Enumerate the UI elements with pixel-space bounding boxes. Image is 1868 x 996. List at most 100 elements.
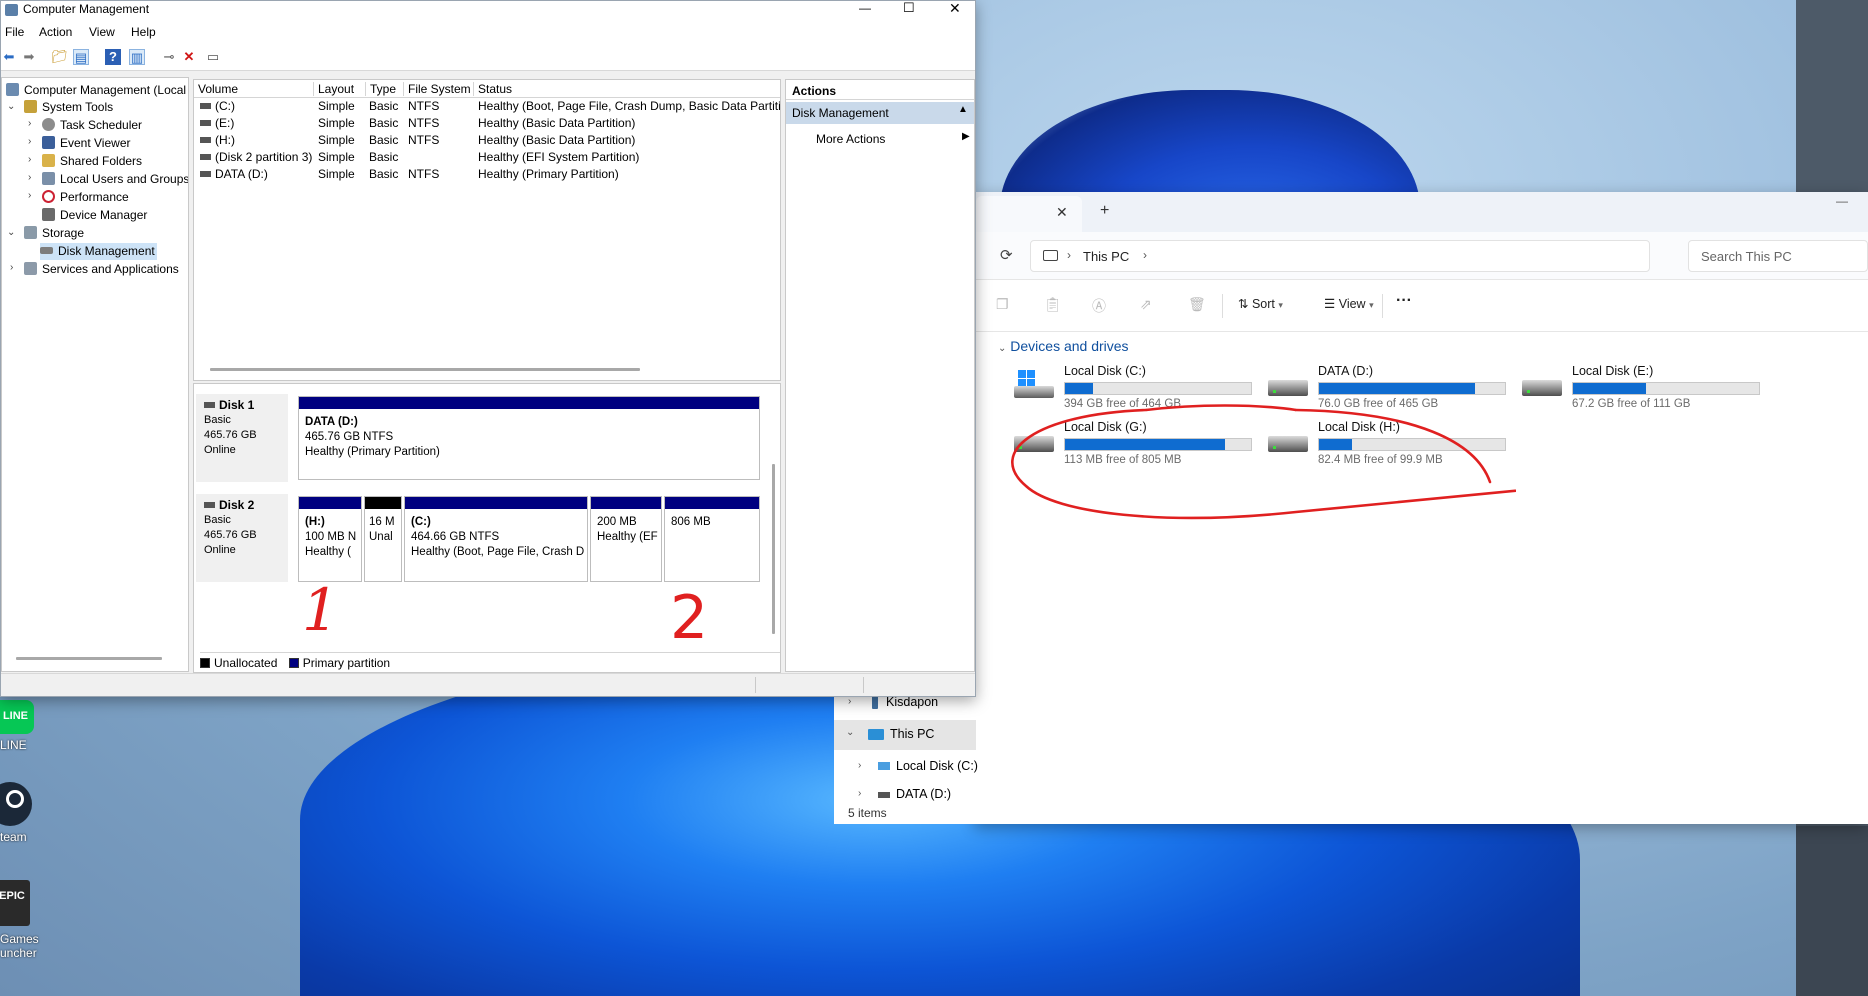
tree-storage[interactable]: Storage	[24, 225, 84, 242]
devices-section-header[interactable]: ⌄ Devices and drives	[998, 338, 1129, 354]
chevron-right-icon[interactable]: ›	[28, 190, 31, 201]
menu-action[interactable]: Action	[39, 25, 72, 39]
action-pane-icon[interactable]: ▥	[129, 49, 145, 65]
tree-task-scheduler[interactable]: Task Scheduler	[42, 117, 142, 134]
maximize-button[interactable]: ☐	[903, 0, 915, 16]
partition-h[interactable]: (H:) 100 MB N Healthy (	[298, 496, 362, 582]
desktop-icon-line[interactable]: LINE LINE	[0, 700, 66, 760]
partition-806mb[interactable]: 806 MB	[664, 496, 760, 582]
tree-services-applications[interactable]: Services and Applications	[24, 261, 179, 278]
new-tab-button[interactable]: +	[1100, 202, 1109, 220]
explorer-tab-bar: ✕ + —	[976, 192, 1868, 232]
column-file-system[interactable]: File System	[404, 82, 474, 96]
minimize-button[interactable]: —	[1836, 194, 1848, 208]
chevron-right-icon[interactable]: ›	[28, 154, 31, 165]
sort-button[interactable]: ⇅ Sort ▾	[1238, 296, 1283, 311]
share-icon[interactable]: ⇗	[1140, 296, 1152, 313]
disk-graphical-view: Disk 1 Basic 465.76 GB Online DATA (D:) …	[193, 383, 781, 673]
address-field[interactable]: › This PC ›	[1030, 240, 1650, 272]
table-row[interactable]: (C:) Simple Basic NTFS Healthy (Boot, Pa…	[194, 98, 780, 115]
disk-1-label[interactable]: Disk 1 Basic 465.76 GB Online	[196, 394, 288, 482]
minimize-button[interactable]: —	[859, 1, 871, 15]
actions-disk-management[interactable]: Disk Management ▲	[786, 102, 974, 124]
cell-file-system: NTFS	[408, 133, 440, 147]
table-row[interactable]: (Disk 2 partition 3) Simple Basic Health…	[194, 149, 780, 166]
column-layout[interactable]: Layout	[314, 82, 366, 96]
chevron-right-icon[interactable]: ›	[858, 788, 861, 799]
drive-e[interactable]: Local Disk (E:) 67.2 GB free of 111 GB	[1522, 364, 1762, 416]
table-row[interactable]: (H:) Simple Basic NTFS Healthy (Basic Da…	[194, 132, 780, 149]
column-volume[interactable]: Volume	[194, 82, 314, 96]
horizontal-scrollbar[interactable]	[210, 368, 640, 371]
nav-item-local-disk-c[interactable]: › Local Disk (C:)	[834, 752, 978, 782]
chevron-down-icon[interactable]: ⌄	[846, 727, 854, 738]
disk-2-label[interactable]: Disk 2 Basic 465.76 GB Online	[196, 494, 288, 582]
partition-data-d[interactable]: DATA (D:) 465.76 GB NTFS Healthy (Primar…	[298, 396, 760, 480]
actions-more-actions[interactable]: More Actions ▶	[786, 128, 974, 148]
connect-drive-icon[interactable]: ⊸	[161, 49, 177, 65]
tree-local-users-groups[interactable]: Local Users and Groups	[42, 171, 188, 188]
red-circle-annotation	[1011, 404, 1516, 520]
show-hide-tree-icon[interactable]: ▤	[73, 49, 89, 65]
nav-item-this-pc[interactable]: ⌄ This PC	[834, 720, 976, 750]
help-icon[interactable]: ?	[105, 49, 121, 65]
vertical-scrollbar[interactable]	[772, 464, 775, 634]
copy-icon[interactable]: ❐	[996, 296, 1009, 313]
tab-close-icon[interactable]: ✕	[1056, 204, 1068, 221]
chevron-right-icon[interactable]: ›	[848, 696, 851, 707]
delete-icon[interactable]: ✕	[181, 49, 197, 65]
desktop-icon-epic-games[interactable]: EPIC Games uncher	[0, 880, 66, 960]
properties-icon[interactable]: ▭	[205, 49, 221, 65]
tree-system-tools[interactable]: System Tools	[24, 99, 113, 116]
more-options-button[interactable]: ···	[1396, 292, 1412, 310]
tree-performance[interactable]: Performance	[42, 189, 129, 206]
partition-unallocated[interactable]: 16 M Unal	[364, 496, 402, 582]
chevron-down-icon: ⌄	[998, 343, 1007, 354]
partition-c[interactable]: (C:) 464.66 GB NTFS Healthy (Boot, Page …	[404, 496, 588, 582]
table-row[interactable]: DATA (D:) Simple Basic NTFS Healthy (Pri…	[194, 166, 780, 183]
column-type[interactable]: Type	[366, 82, 404, 96]
breadcrumb-this-pc[interactable]: This PC	[1083, 249, 1129, 264]
collapse-arrow-icon[interactable]: ▲	[958, 104, 968, 115]
table-row[interactable]: (E:) Simple Basic NTFS Healthy (Basic Da…	[194, 115, 780, 132]
close-button[interactable]: ✕	[949, 0, 961, 17]
nav-item-data-d[interactable]: › DATA (D:)	[834, 782, 976, 802]
menu-help[interactable]: Help	[131, 25, 156, 39]
disk-type: Basic	[204, 514, 231, 526]
paste-icon[interactable]: 📋︎	[1044, 296, 1062, 313]
partition-efi[interactable]: 200 MB Healthy (EF	[590, 496, 662, 582]
horizontal-scrollbar[interactable]	[16, 657, 162, 660]
tree-computer-management[interactable]: Computer Management (Local	[6, 82, 186, 99]
cell-type: Basic	[369, 150, 399, 164]
delete-icon[interactable]: 🗑︎	[1188, 296, 1206, 313]
chevron-down-icon[interactable]: ⌄	[7, 227, 15, 238]
up-folder-icon[interactable]: 📁︎	[51, 49, 68, 65]
tree-device-manager[interactable]: Device Manager	[42, 207, 147, 224]
tree-event-viewer[interactable]: Event Viewer	[42, 135, 130, 152]
rename-icon[interactable]: Ⓐ	[1092, 296, 1106, 316]
chevron-right-icon[interactable]: ›	[28, 136, 31, 147]
breadcrumb-chevron-icon[interactable]: ›	[1143, 248, 1147, 262]
chevron-right-icon[interactable]: ›	[28, 118, 31, 129]
view-button[interactable]: ☰ View ▾	[1324, 296, 1374, 311]
chevron-right-icon[interactable]: ›	[28, 172, 31, 183]
chevron-right-icon[interactable]: ›	[858, 760, 861, 771]
tree-shared-folders[interactable]: Shared Folders	[42, 153, 142, 170]
search-box[interactable]: Search This PC	[1688, 240, 1868, 272]
search-input[interactable]: Search This PC	[1701, 249, 1792, 264]
chevron-down-icon[interactable]: ⌄	[7, 101, 15, 112]
column-status[interactable]: Status	[474, 82, 780, 96]
menu-view[interactable]: View	[89, 25, 115, 39]
desktop-icon-steam[interactable]: team	[0, 782, 66, 844]
menu-file[interactable]: File	[5, 25, 24, 39]
forward-icon[interactable]: ➡	[21, 49, 37, 65]
back-icon[interactable]: ⬅	[1, 49, 17, 65]
disk-name: Disk 1	[219, 398, 255, 412]
cell-file-system: NTFS	[408, 99, 440, 113]
explorer-tab[interactable]: ✕	[976, 196, 1082, 232]
chevron-right-icon[interactable]: ›	[10, 262, 13, 273]
desktop-icon-label: Games	[0, 932, 39, 946]
refresh-icon[interactable]: ⟳	[1000, 246, 1013, 264]
cell-layout: Simple	[318, 167, 355, 181]
tree-disk-management[interactable]: Disk Management	[40, 243, 157, 260]
